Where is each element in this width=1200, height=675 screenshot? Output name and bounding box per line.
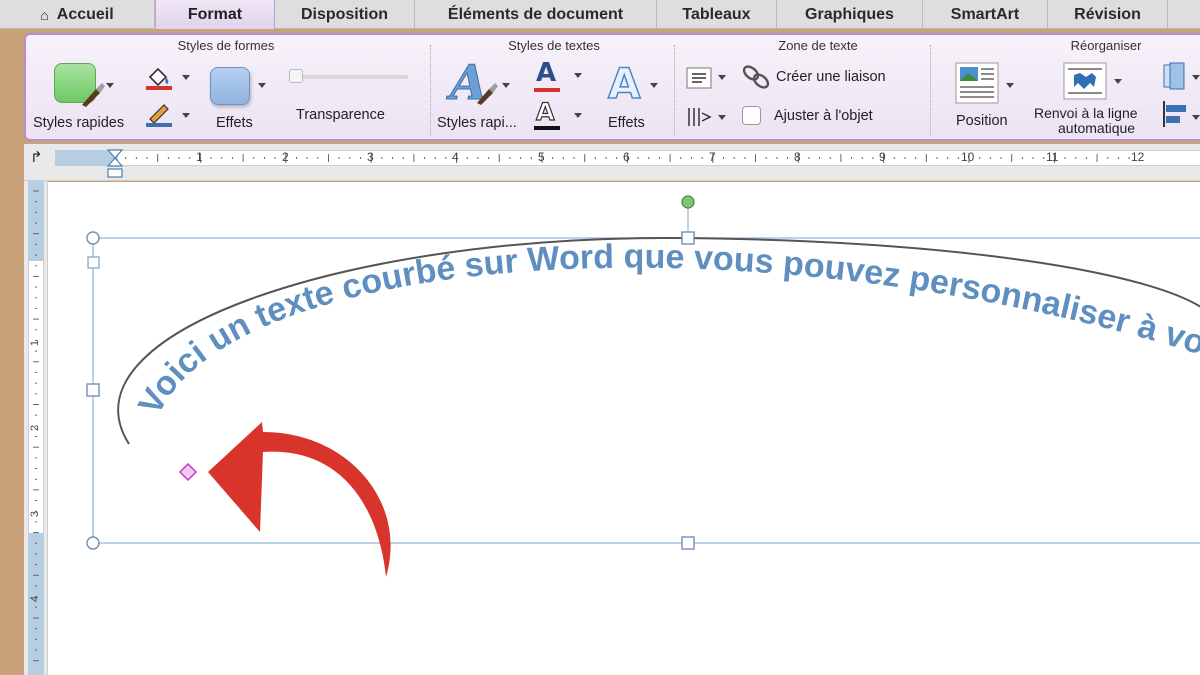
fill-color-icon[interactable] bbox=[144, 65, 174, 91]
slider-handle[interactable] bbox=[289, 69, 303, 83]
resize-handle[interactable] bbox=[86, 231, 100, 245]
ruler-number: 8 bbox=[794, 150, 801, 164]
group-separator bbox=[430, 45, 431, 135]
quick-styles-label: Styles rapides bbox=[33, 115, 125, 131]
create-link-button[interactable]: Créer une liaison bbox=[776, 69, 886, 85]
curved-wordart-text[interactable]: Voici un texte courbé sur Word que vous … bbox=[48, 182, 1200, 421]
chevron-down-icon[interactable] bbox=[182, 75, 190, 80]
shape-effects-label: Effets bbox=[216, 115, 253, 131]
horizontal-ruler[interactable]: ↱ 1 2 3 4 5 6 7 8 9 10 11 12 bbox=[24, 144, 1200, 181]
transparency-slider[interactable] bbox=[290, 75, 408, 79]
ruler-number: 5 bbox=[538, 150, 545, 164]
tab-elements-de-document[interactable]: Éléments de document bbox=[415, 0, 657, 29]
bring-forward-icon[interactable] bbox=[1160, 61, 1190, 91]
chevron-down-icon bbox=[1006, 83, 1014, 88]
group-title-shape-styles: Styles de formes bbox=[177, 38, 275, 53]
chevron-down-icon[interactable] bbox=[718, 75, 726, 80]
rotation-handle[interactable] bbox=[681, 195, 695, 209]
group-separator bbox=[930, 45, 931, 135]
text-outline-color-bar bbox=[534, 126, 560, 130]
curved-text-path: Voici un texte courbé sur Word que vous … bbox=[48, 182, 1200, 421]
link-icon[interactable] bbox=[740, 63, 772, 91]
resize-handle[interactable] bbox=[86, 383, 100, 397]
red-arrow-annotation bbox=[208, 422, 391, 577]
chevron-down-icon[interactable] bbox=[718, 115, 726, 120]
wordart-canvas: Voici un texte courbé sur Word que vous … bbox=[48, 182, 1200, 577]
ruler-number: 12 bbox=[1131, 150, 1145, 164]
text-effects-label: Effets bbox=[608, 115, 645, 131]
tab-tableaux[interactable]: Tableaux bbox=[657, 0, 777, 29]
tab-disposition[interactable]: Disposition bbox=[275, 0, 415, 29]
chevron-down-icon[interactable] bbox=[574, 73, 582, 78]
chevron-down-icon bbox=[650, 83, 658, 88]
tab-accueil[interactable]: ⌂ Accueil bbox=[0, 0, 155, 29]
resize-handle[interactable] bbox=[86, 536, 100, 550]
ruler-number: 3 bbox=[367, 150, 374, 164]
vertical-ruler[interactable]: 1 2 3 4 bbox=[24, 181, 48, 675]
text-direction-icon[interactable] bbox=[686, 67, 712, 89]
inner-text-handle[interactable] bbox=[87, 256, 100, 269]
text-align-icon[interactable] bbox=[686, 105, 714, 129]
chevron-down-icon bbox=[502, 83, 510, 88]
chevron-down-icon[interactable] bbox=[574, 113, 582, 118]
wrap-text-label-line2: automatique bbox=[1058, 120, 1136, 136]
vruler-number: 1 bbox=[29, 339, 42, 347]
ruler-number: 7 bbox=[709, 150, 716, 164]
position-icon bbox=[955, 62, 999, 104]
ruler-number: 2 bbox=[282, 150, 289, 164]
transparency-label: Transparence bbox=[296, 107, 385, 123]
adjustment-handle[interactable] bbox=[178, 462, 198, 482]
chevron-down-icon[interactable] bbox=[182, 113, 190, 118]
ruler-number: 10 bbox=[961, 150, 975, 164]
text-fill-color-bar bbox=[534, 88, 560, 92]
home-icon: ⌂ bbox=[40, 6, 49, 23]
wrap-text-label-line1: Renvoi à la ligne bbox=[1034, 105, 1138, 121]
chevron-down-icon[interactable] bbox=[1192, 75, 1200, 80]
ruler-number: 1 bbox=[196, 150, 203, 164]
tab-format[interactable]: Format bbox=[155, 0, 275, 29]
vruler-number: 2 bbox=[29, 424, 42, 432]
tab-graphiques[interactable]: Graphiques bbox=[777, 0, 923, 29]
ruler-number: 6 bbox=[623, 150, 630, 164]
brush-icon bbox=[477, 83, 498, 105]
effects-swatch bbox=[210, 67, 250, 105]
document-page[interactable]: Voici un texte courbé sur Word que vous … bbox=[48, 182, 1200, 675]
ruler-number: 9 bbox=[879, 150, 886, 164]
chevron-down-icon bbox=[258, 83, 266, 88]
ruler-number: 11 bbox=[1046, 150, 1059, 164]
group-title-text-box: Zone de texte bbox=[778, 38, 858, 53]
brush-icon bbox=[82, 83, 105, 107]
align-icon[interactable] bbox=[1160, 99, 1190, 129]
chevron-down-icon bbox=[1114, 79, 1122, 84]
ruler-number: 4 bbox=[452, 150, 459, 164]
wrap-text-icon bbox=[1063, 62, 1107, 100]
vruler-number: 4 bbox=[29, 595, 42, 603]
group-title-text-styles: Styles de textes bbox=[508, 38, 600, 53]
vruler-number: 3 bbox=[29, 510, 42, 518]
tab-revision[interactable]: Révision bbox=[1048, 0, 1168, 29]
group-separator bbox=[674, 45, 675, 135]
text-outline-icon[interactable]: A bbox=[535, 98, 555, 125]
chevron-down-icon[interactable] bbox=[1192, 115, 1200, 120]
text-effects-icon: A bbox=[607, 59, 641, 108]
tab-smartart[interactable]: SmartArt bbox=[923, 0, 1048, 29]
text-fill-icon[interactable]: A bbox=[536, 59, 556, 87]
position-label: Position bbox=[956, 113, 1008, 129]
fit-to-object-label: Ajuster à l'objet bbox=[774, 108, 873, 124]
chevron-down-icon bbox=[106, 83, 114, 88]
ribbon-tab-bar: ⌂ Accueil Format Disposition Éléments de… bbox=[0, 0, 1200, 29]
text-quick-styles-label: Styles rapi... bbox=[437, 115, 517, 131]
format-ribbon: Styles de formes Styles de textes Zone d… bbox=[24, 33, 1200, 141]
line-color-icon[interactable] bbox=[144, 101, 174, 129]
resize-handle[interactable] bbox=[681, 231, 695, 245]
resize-handle[interactable] bbox=[681, 536, 695, 550]
group-title-arrange: Réorganiser bbox=[1070, 38, 1142, 53]
fit-to-object-checkbox[interactable] bbox=[742, 106, 761, 125]
